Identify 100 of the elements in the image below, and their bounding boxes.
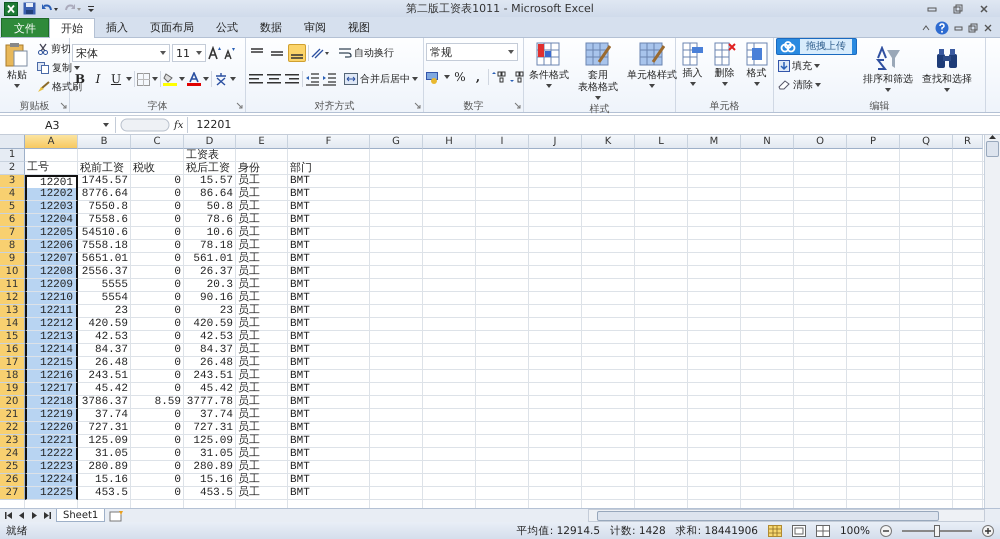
table-cell: 12206 <box>25 240 78 253</box>
table-cell-text: 员工 <box>237 422 261 434</box>
table-cell-text: BMT <box>289 305 311 318</box>
count-value: 计数: 1428 <box>610 524 666 538</box>
table-cell-text: BMT <box>289 227 311 240</box>
table-cell-text: BMT <box>289 383 311 396</box>
table-cell-text: 50.8 <box>206 201 234 214</box>
table-cell: 12217 <box>25 383 78 396</box>
table-cell-text: 90.16 <box>198 292 234 305</box>
table-cell-text: 727.31 <box>192 422 234 435</box>
table-cell: 12224 <box>25 474 78 487</box>
table-cell-text: 员工 <box>237 331 261 343</box>
table-cell-text: 727.31 <box>87 422 129 435</box>
table-cell-text: BMT <box>289 357 311 370</box>
table-cell-text: 员工 <box>237 357 261 369</box>
status-text: 就绪 <box>6 524 28 538</box>
table-cell-text: 0 <box>173 175 182 188</box>
table-cell-text: 23 <box>218 305 234 318</box>
table-cell-text: BMT <box>289 370 311 383</box>
table-cell: 12215 <box>25 357 78 370</box>
table-cell-text: 243.51 <box>192 370 234 383</box>
table-cell-text: 15.16 <box>198 474 234 487</box>
group-label: 剪贴板 <box>20 100 50 112</box>
table-cell-text: 员工 <box>237 201 261 213</box>
table-cell-text: 15.57 <box>198 175 234 188</box>
table-cell-text: 7558.18 <box>80 240 129 253</box>
table-cell-text: 7558.6 <box>87 214 129 227</box>
table-cell-text: 员工 <box>237 279 261 291</box>
table-cell-text: BMT <box>289 175 311 188</box>
table-cell-text: BMT <box>289 344 311 357</box>
table-cell-text: 员工 <box>237 396 261 408</box>
table-cell-text: 员工 <box>237 409 261 421</box>
table-cell-text: 125.09 <box>87 435 129 448</box>
table-cell: 12208 <box>25 266 78 279</box>
table-cell-text: 工资表 <box>185 149 220 162</box>
table-cell-text: 2556.37 <box>80 266 129 279</box>
table-cell-text: 78.18 <box>198 240 234 253</box>
table-cell-text: 0 <box>173 266 182 279</box>
table-cell-text: BMT <box>289 253 311 266</box>
table-cell-text: BMT <box>289 266 311 279</box>
table-cell-text: 37.74 <box>94 409 129 422</box>
table-cell: 12220 <box>25 422 78 435</box>
table-cell-text: 身份 <box>237 162 261 174</box>
table-cell: 12214 <box>25 344 78 357</box>
table-cell-text: 8.59 <box>154 396 182 409</box>
table-cell-text: 23 <box>114 305 129 318</box>
table-cell-text: 7550.8 <box>87 201 129 214</box>
table-cell-text: 员工 <box>237 383 261 395</box>
group-label: 对齐方式 <box>314 100 354 112</box>
table-cell-text: 84.37 <box>94 344 129 357</box>
table-cell-text: 员工 <box>237 188 261 200</box>
table-cell: 12207 <box>25 253 78 266</box>
table-cell-text: 420.59 <box>87 318 129 331</box>
table-cell-text: 0 <box>173 214 182 227</box>
group-label: 字体 <box>148 100 168 112</box>
table-cell-text: 0 <box>173 344 182 357</box>
table-cell-text: 86.64 <box>198 188 234 201</box>
table-cell-text: BMT <box>289 318 311 331</box>
table-cell-text: 0 <box>173 487 182 500</box>
table-cell-text: 员工 <box>237 292 261 304</box>
table-cell: 12210 <box>25 292 78 305</box>
table-cell-text: 1745.57 <box>80 175 129 188</box>
table-cell-text: BMT <box>289 396 311 409</box>
group-label: 编辑 <box>870 100 890 112</box>
table-cell-text: 员工 <box>237 487 261 500</box>
table-cell-text: 税收 <box>132 162 156 175</box>
table-cell-text: 员工 <box>237 253 261 265</box>
table-cell: 12213 <box>25 331 78 344</box>
table-cell: 12218 <box>25 396 78 409</box>
table-cell-text: 0 <box>173 240 182 253</box>
table-cell-text: 0 <box>173 409 182 422</box>
window-title: 第二版工资表1011 - Microsoft Excel <box>406 1 594 16</box>
table-cell: 12225 <box>25 487 78 500</box>
table-cell-text: 0 <box>173 279 182 292</box>
table-cell: 12223 <box>25 461 78 474</box>
table-cell: 12209 <box>25 279 78 292</box>
table-cell-text: 42.53 <box>94 331 129 344</box>
table-cell-text: BMT <box>289 474 311 487</box>
table-cell-text: 243.51 <box>87 370 129 383</box>
table-cell: 12219 <box>25 409 78 422</box>
table-cell-text: 员工 <box>237 175 261 187</box>
table-cell-text: 工号 <box>26 162 50 175</box>
table-cell-text: BMT <box>289 201 311 214</box>
table-cell-text: 0 <box>173 331 182 344</box>
table-cell-text: 561.01 <box>192 253 234 266</box>
table-cell-text: 280.89 <box>87 461 129 474</box>
table-cell-text: 26.48 <box>198 357 234 370</box>
table-cell-text: 0 <box>173 474 182 487</box>
table-cell-text: BMT <box>289 240 311 253</box>
table-cell-text: 税后工资 <box>185 162 231 175</box>
table-cell-text: 20.3 <box>206 279 234 292</box>
table-cell: 12204 <box>25 214 78 227</box>
table-cell-text: 37.74 <box>198 409 234 422</box>
table-cell-text: BMT <box>289 422 311 435</box>
table-cell-text: 0 <box>173 383 182 396</box>
table-cell-text: 员工 <box>237 240 261 252</box>
average-value: 平均值: 12914.5 <box>516 524 600 538</box>
table-cell-text: 78.6 <box>206 214 234 227</box>
table-cell-text: BMT <box>289 214 311 227</box>
table-cell-text: 0 <box>173 227 182 240</box>
